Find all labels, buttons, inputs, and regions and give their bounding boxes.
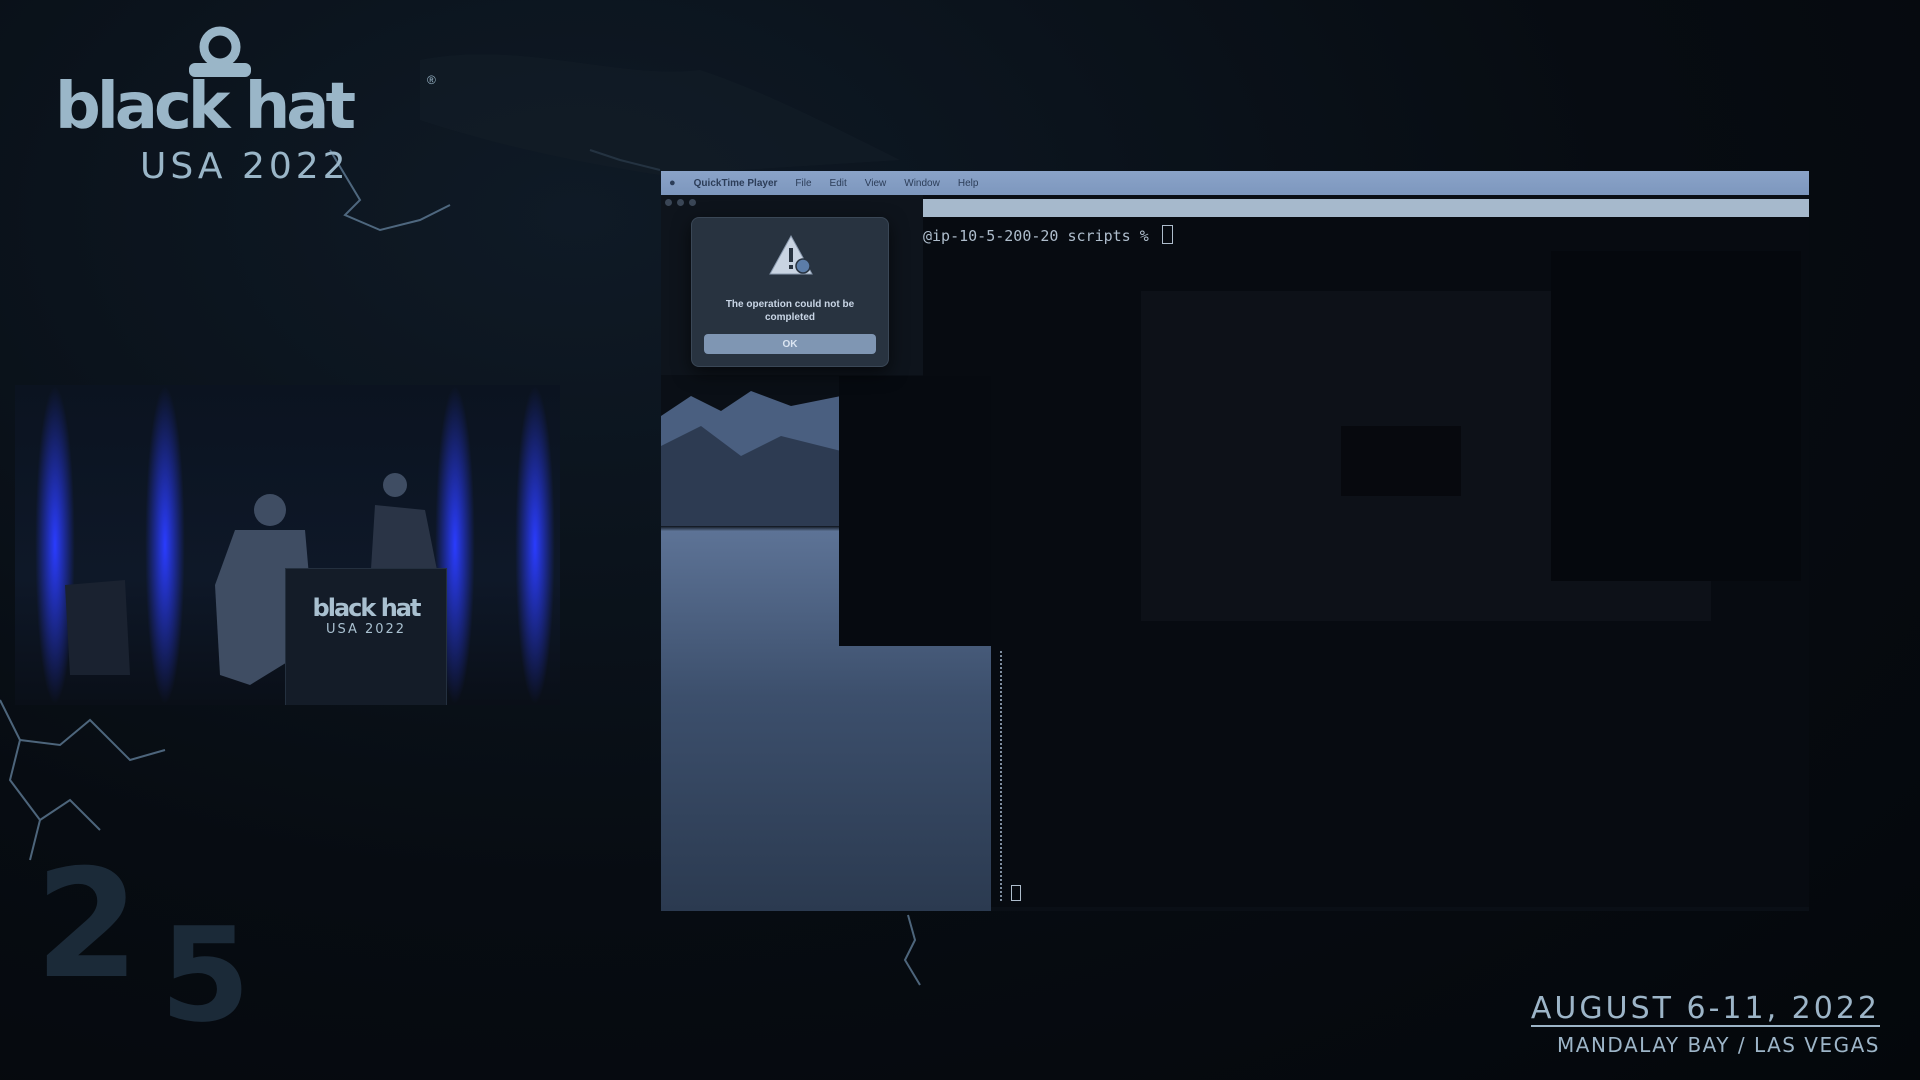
menu-item-edit[interactable]: Edit	[830, 178, 847, 189]
logo-registered-mark: ®	[427, 73, 436, 87]
menu-item-file[interactable]: File	[795, 178, 811, 189]
event-venue: MANDALAY BAY / LAS VEGAS	[1557, 1033, 1880, 1057]
terminal-cursor	[1161, 225, 1173, 244]
zoom-window-icon[interactable]	[689, 199, 696, 206]
podium-logo-subtitle: USA 2022	[325, 622, 407, 637]
menu-bar: ● QuickTime Player File Edit View Window…	[661, 171, 1809, 195]
pane-divider	[1000, 651, 1002, 901]
blackhat-logo: black hat ® USA 2022	[55, 25, 436, 185]
wallpaper-mountains	[661, 391, 841, 526]
podium-logo-wordmark: black hat	[312, 594, 422, 622]
close-window-icon[interactable]	[665, 199, 672, 206]
podium-logo: black hat USA 2022	[286, 594, 446, 637]
podium: black hat USA 2022	[285, 568, 447, 705]
terminal-prompt-line: @ip-10-5-200-20 scripts %	[923, 225, 1173, 245]
blurred-window-dark	[1551, 251, 1801, 581]
speaker-video: black hat USA 2022	[15, 385, 560, 705]
decor-number-5: 5	[160, 899, 251, 1051]
terminal-prompt: @ip-10-5-200-20 scripts %	[923, 227, 1158, 245]
logo-wordmark: black hat	[55, 70, 356, 144]
dark-window-area	[839, 376, 991, 646]
second-terminal-cursor	[1011, 885, 1021, 901]
warning-icon	[769, 234, 813, 275]
menu-item-window[interactable]: Window	[904, 178, 940, 189]
apple-icon[interactable]: ●	[669, 177, 676, 189]
logo-subtitle: USA 2022	[140, 146, 350, 187]
shared-screen: ● QuickTime Player File Edit View Window…	[661, 171, 1809, 911]
terminal-title-bar[interactable]	[923, 199, 1809, 217]
menu-item-help[interactable]: Help	[958, 178, 979, 189]
decor-number-2: 2	[35, 838, 140, 1012]
minimize-window-icon[interactable]	[677, 199, 684, 206]
window-controls[interactable]	[665, 199, 696, 206]
menu-app-name[interactable]: QuickTime Player	[694, 178, 778, 189]
blurred-window-small	[1341, 426, 1461, 496]
alert-message: The operation could not be completed	[725, 299, 855, 323]
event-date: AUGUST 6-11, 2022	[1530, 991, 1880, 1027]
ok-button[interactable]: OK	[704, 334, 876, 354]
menu-item-view[interactable]: View	[865, 178, 887, 189]
event-info: AUGUST 6-11, 2022 MANDALAY BAY / LAS VEG…	[1530, 991, 1880, 1057]
error-alert-dialog: The operation could not be completed OK	[691, 217, 889, 367]
